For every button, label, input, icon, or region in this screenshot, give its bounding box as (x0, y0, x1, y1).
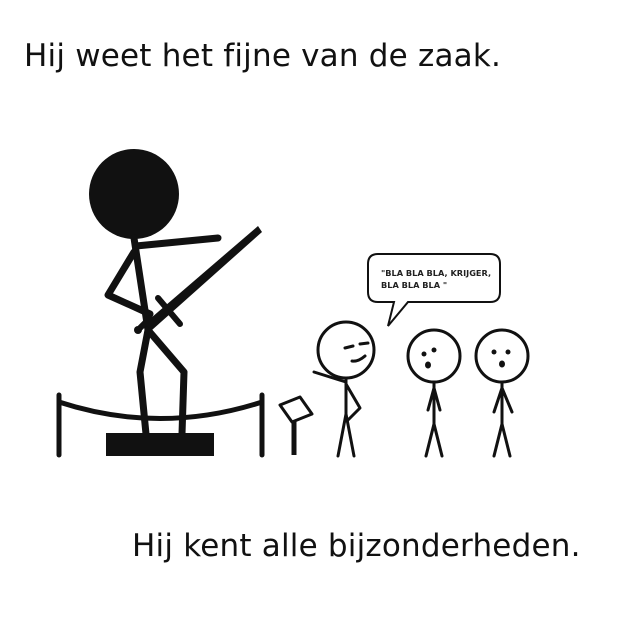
warrior-statue (89, 149, 262, 438)
statue-head (89, 149, 179, 239)
barrier-rope (56, 399, 265, 421)
sword-pommel (134, 326, 142, 334)
visitor-figure-1 (406, 328, 462, 458)
speech-bubble-line-2: BLA BLA BLA " (381, 280, 447, 290)
visitor-2-head (474, 328, 530, 384)
statue-pedestal (106, 433, 214, 456)
guide-leg-left (336, 412, 348, 458)
statue-leg-left (136, 326, 152, 438)
guide-eye-left (343, 344, 355, 350)
statue-arm-extended (132, 234, 222, 250)
visitor-figure-2 (474, 328, 530, 458)
visitor-2-mouth (499, 360, 505, 368)
guide-leg-right (344, 412, 356, 458)
guide-head (316, 320, 376, 380)
speech-bubble: "BLA BLA BLA, KRIJGER, BLA BLA BLA " (367, 253, 501, 327)
guide-arm-down (344, 382, 362, 422)
speech-bubble-line-1: "BLA BLA BLA, KRIJGER, (381, 268, 491, 278)
visitor-1-mouth (425, 361, 431, 369)
visitor-1-head (406, 328, 462, 384)
info-placard (278, 395, 314, 455)
guide-eye-right (358, 341, 370, 346)
bottom-caption: Hij kent alle bijzonderheden. (132, 528, 581, 564)
guide-figure (312, 320, 376, 458)
